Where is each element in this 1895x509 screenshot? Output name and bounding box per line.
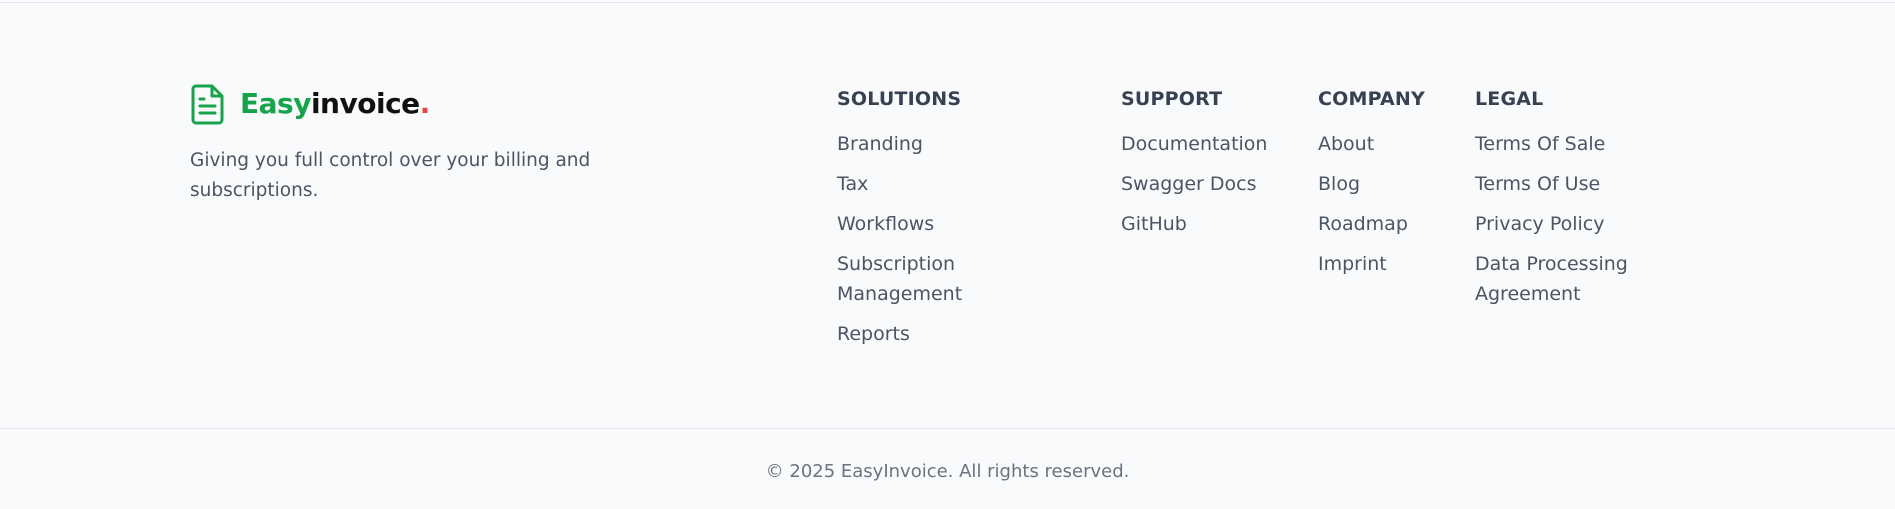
brand-name: Easyinvoice. bbox=[240, 82, 430, 126]
link-privacy-policy[interactable]: Privacy Policy bbox=[1475, 209, 1655, 239]
brand-tagline: Giving you full control over your billin… bbox=[190, 150, 591, 201]
bottom-divider bbox=[0, 428, 1895, 429]
document-icon bbox=[191, 84, 224, 125]
link-documentation[interactable]: Documentation bbox=[1121, 129, 1291, 159]
link-roadmap[interactable]: Roadmap bbox=[1318, 209, 1448, 239]
column-heading-solutions: SOLUTIONS bbox=[837, 88, 962, 110]
column-heading-company: COMPANY bbox=[1318, 88, 1425, 110]
footer-column-company: COMPANY About Blog Roadmap Imprint bbox=[1318, 84, 1448, 289]
logo[interactable]: Easyinvoice. bbox=[190, 82, 610, 126]
link-branding[interactable]: Branding bbox=[837, 129, 997, 159]
footer-column-legal: LEGAL Terms Of Sale Terms Of Use Privacy… bbox=[1475, 84, 1655, 319]
brand-name-dot: . bbox=[419, 87, 431, 120]
footer-column-support: SUPPORT Documentation Swagger Docs GitHu… bbox=[1121, 84, 1291, 249]
link-about[interactable]: About bbox=[1318, 129, 1448, 159]
brand-name-invoice: invoice bbox=[310, 87, 420, 120]
brand-name-easy: Easy bbox=[240, 87, 311, 120]
link-terms-of-use[interactable]: Terms Of Use bbox=[1475, 169, 1655, 199]
link-terms-of-sale[interactable]: Terms Of Sale bbox=[1475, 129, 1655, 159]
link-imprint[interactable]: Imprint bbox=[1318, 249, 1448, 279]
link-subscription-management[interactable]: Subscription Management bbox=[837, 249, 997, 309]
link-swagger-docs[interactable]: Swagger Docs bbox=[1121, 169, 1291, 199]
top-divider bbox=[0, 2, 1895, 3]
footer-column-solutions: SOLUTIONS Branding Tax Workflows Subscri… bbox=[837, 84, 997, 359]
copyright-text: © 2025 EasyInvoice. All rights reserved. bbox=[765, 461, 1130, 482]
column-heading-support: SUPPORT bbox=[1121, 88, 1223, 110]
link-tax[interactable]: Tax bbox=[837, 169, 997, 199]
link-data-processing-agreement[interactable]: Data Processing Agreement bbox=[1475, 249, 1655, 309]
link-reports[interactable]: Reports bbox=[837, 319, 997, 349]
link-workflows[interactable]: Workflows bbox=[837, 209, 997, 239]
link-blog[interactable]: Blog bbox=[1318, 169, 1448, 199]
column-heading-legal: LEGAL bbox=[1475, 88, 1544, 110]
link-github[interactable]: GitHub bbox=[1121, 209, 1291, 239]
brand-block: Easyinvoice. Giving you full control ove… bbox=[190, 82, 610, 206]
